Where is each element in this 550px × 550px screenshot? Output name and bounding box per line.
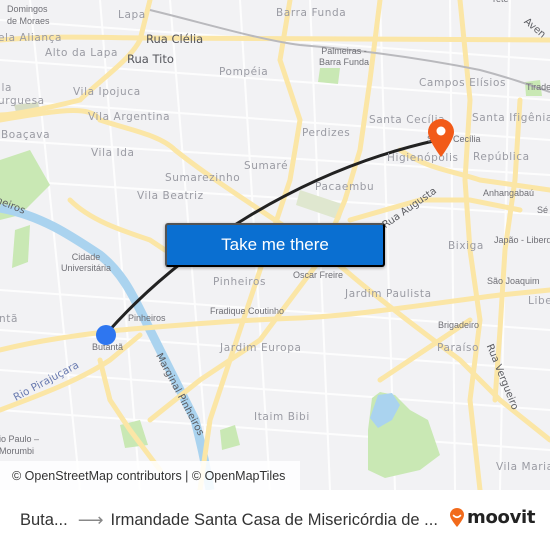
station-label-brigadeiro: Brigadeiro: [438, 320, 480, 330]
station-label-oscar-freire: Oscar Freire: [293, 270, 344, 280]
street-label-rua-tito: Rua Tito: [127, 52, 174, 66]
moovit-wordmark: moovit: [467, 507, 536, 528]
station-label-sao-paulo-morumbi: io Paulo – Morumbi: [0, 434, 40, 456]
origin-marker[interactable]: [96, 325, 116, 345]
moovit-logo[interactable]: moovit: [449, 507, 536, 528]
street-label-rua-clelia: Rua Clélia: [146, 32, 204, 46]
area-label-vila-beatriz: Vila Beatriz: [137, 190, 204, 202]
area-label-itaim-bibi: Itaim Bibi: [254, 411, 310, 423]
area-label-vila-alianca: ela Aliança: [0, 32, 63, 44]
station-label-anhangabau: Anhangabaú: [483, 188, 535, 198]
station-label-fradique-coutinho: Fradique Coutinho: [210, 306, 285, 316]
area-label-pinheiros: Pinheiros: [213, 276, 267, 288]
area-label-vila-burguesa: lla urguesa: [0, 82, 45, 107]
area-label-butanta: ntã: [0, 313, 19, 325]
area-label-jardim-paulista: Jardim Paulista: [345, 288, 432, 300]
station-label-palmeiras-barra-funda: Palmeiras - Barra Funda: [319, 46, 370, 67]
area-label-sumare: Sumaré: [244, 160, 289, 172]
area-label-boacava: Boaçava: [1, 129, 51, 141]
area-label-republica: República: [473, 151, 530, 163]
area-label-paraiso: Paraíso: [437, 342, 480, 354]
area-label-vila-ipojuca: Vila Ipojuca: [73, 86, 141, 98]
arrow-right-icon: ⟶: [77, 509, 104, 530]
destination-pin-icon[interactable]: [426, 118, 456, 158]
area-label-perdizes: Perdizes: [302, 127, 351, 139]
area-label-vila-argentina: Vila Argentina: [88, 111, 171, 123]
station-label-pinheiros: Pinheiros: [128, 313, 166, 323]
area-label-santa-ifigenia: Santa Ifigênia: [472, 112, 550, 124]
station-label-cidade-universitaria: Cidade Universitária: [61, 252, 112, 273]
area-label-alto-da-lapa: Alto da Lapa: [45, 47, 118, 59]
destination-name: Irmandade Santa Casa de Misericórdia de …: [110, 510, 438, 529]
area-label-vila-mariana: Vila Maria: [496, 461, 550, 473]
origin-name: Buta...: [20, 510, 68, 529]
take-me-there-button[interactable]: Take me there: [165, 223, 385, 267]
street-label-frete: rete: [493, 0, 509, 4]
area-label-barra-funda: Barra Funda: [276, 7, 347, 19]
area-label-jardim-europa: Jardim Europa: [220, 342, 302, 354]
area-label-liberdade: Libe: [528, 295, 550, 307]
station-label-sao-joaquim: São Joaquim: [487, 276, 540, 286]
station-label-japao-liberdade: Japão - Liberd: [494, 235, 550, 245]
area-label-campos-elisios: Campos Elísios: [419, 77, 507, 89]
moovit-pin-icon: [450, 507, 464, 527]
area-label-sumarezinho: Sumarezinho: [165, 172, 241, 184]
area-label-domingos-de-moraes: Domingos de Moraes: [7, 4, 50, 26]
area-label-bixiga: Bixiga: [448, 240, 484, 252]
map-attribution[interactable]: © OpenStreetMap contributors | © OpenMap…: [0, 461, 300, 490]
area-label-vila-ida: Vila Ida: [91, 147, 135, 159]
station-label-tiradentes: Tirade: [526, 82, 550, 92]
map[interactable]: Domingos de Moraes Lapa ela Aliança Alto…: [0, 0, 550, 490]
station-label-se: Sé: [537, 205, 549, 215]
area-label-lapa: Lapa: [118, 9, 146, 21]
area-label-pacaembu: Pacaembu: [315, 181, 375, 193]
area-label-pompeia: Pompéia: [219, 66, 269, 78]
